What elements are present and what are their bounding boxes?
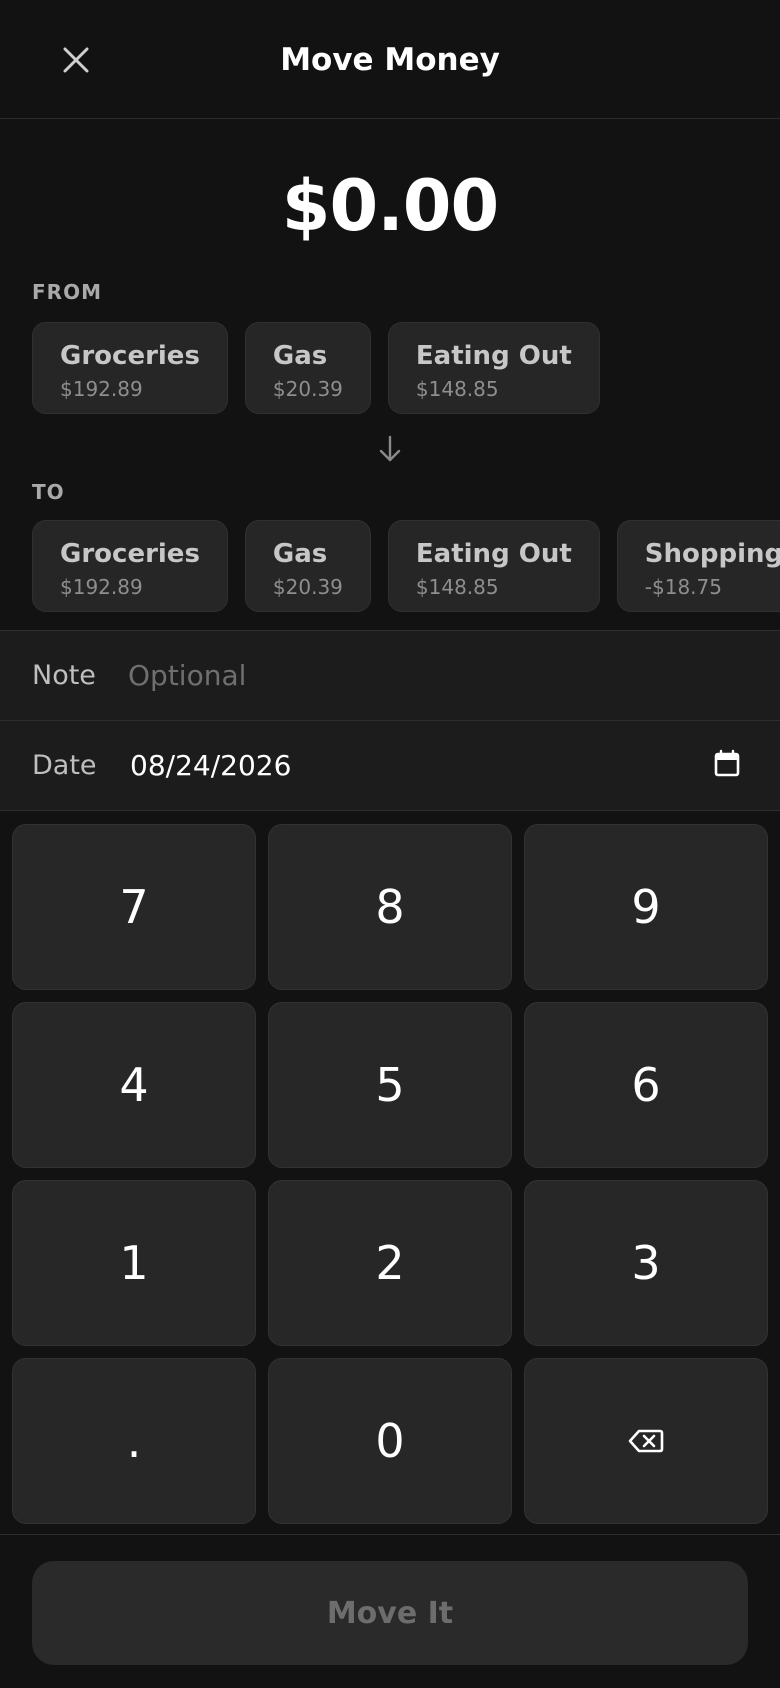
to-category-eating-out[interactable]: Eating Out $148.85 xyxy=(387,520,600,612)
from-category-eating-out[interactable]: Eating Out $148.85 xyxy=(387,322,600,414)
to-category-shopping[interactable]: Shopping -$18.75 xyxy=(616,520,780,612)
category-name: Groceries xyxy=(60,539,200,569)
top-bar: Move Money xyxy=(0,0,780,119)
details-form: Note Date 08/24/2026 xyxy=(0,630,780,811)
to-category-list: Groceries $192.89 Gas $20.39 Eating Out … xyxy=(32,520,780,612)
note-input[interactable] xyxy=(128,655,708,695)
from-category-groceries[interactable]: Groceries $192.89 xyxy=(32,322,228,414)
from-category-gas[interactable]: Gas $20.39 xyxy=(244,322,371,414)
category-name: Eating Out xyxy=(415,341,572,371)
date-label: Date xyxy=(32,750,97,781)
category-balance: $192.89 xyxy=(60,377,143,401)
category-balance: $20.39 xyxy=(272,575,343,599)
key-7[interactable]: 7 xyxy=(12,824,256,990)
key-3[interactable]: 3 xyxy=(524,1180,768,1346)
date-row: Date 08/24/2026 xyxy=(0,721,780,811)
key-8[interactable]: 8 xyxy=(268,824,512,990)
note-row: Note xyxy=(0,631,780,721)
key-6[interactable]: 6 xyxy=(524,1002,768,1168)
category-balance: $20.39 xyxy=(272,377,343,401)
number-keypad: 7 8 9 4 5 6 1 2 3 . 0 xyxy=(12,824,769,1524)
note-label: Note xyxy=(32,660,96,691)
key-9[interactable]: 9 xyxy=(524,824,768,990)
page-title: Move Money xyxy=(280,42,500,78)
category-name: Groceries xyxy=(60,341,200,371)
from-category-list: Groceries $192.89 Gas $20.39 Eating Out … xyxy=(32,322,780,414)
category-balance: $148.85 xyxy=(415,377,499,401)
category-name: Eating Out xyxy=(415,539,572,569)
category-balance: -$18.75 xyxy=(644,575,722,599)
to-category-gas[interactable]: Gas $20.39 xyxy=(244,520,371,612)
to-category-groceries[interactable]: Groceries $192.89 xyxy=(32,520,228,612)
category-balance: $148.85 xyxy=(415,575,499,599)
calendar-icon[interactable] xyxy=(712,749,742,779)
key-decimal[interactable]: . xyxy=(12,1358,256,1524)
from-label: FROM xyxy=(32,280,102,304)
move-it-button[interactable]: Move It xyxy=(32,1561,748,1665)
key-1[interactable]: 1 xyxy=(12,1180,256,1346)
category-name: Shopping xyxy=(644,539,780,569)
footer: Move It xyxy=(0,1534,780,1688)
key-0[interactable]: 0 xyxy=(268,1358,512,1524)
category-name: Gas xyxy=(272,341,328,371)
amount-display: $0.00 xyxy=(281,165,499,247)
date-field[interactable]: 08/24/2026 xyxy=(130,749,291,783)
key-5[interactable]: 5 xyxy=(268,1002,512,1168)
backspace-icon xyxy=(628,1429,664,1453)
category-balance: $192.89 xyxy=(60,575,143,599)
key-backspace[interactable] xyxy=(524,1358,768,1524)
category-name: Gas xyxy=(272,539,328,569)
key-2[interactable]: 2 xyxy=(268,1180,512,1346)
key-4[interactable]: 4 xyxy=(12,1002,256,1168)
arrow-down-icon xyxy=(379,435,401,462)
to-label: TO xyxy=(32,480,65,504)
